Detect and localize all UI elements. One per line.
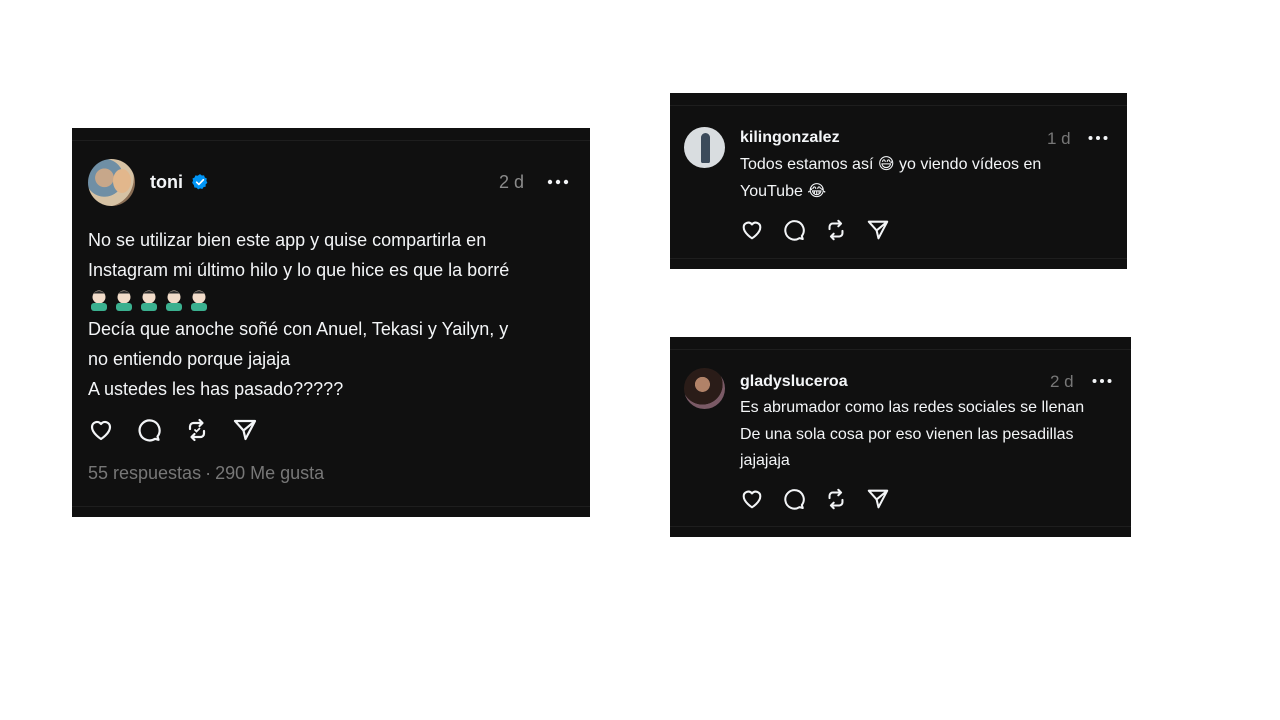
facepalm-emoji-icon [141,290,157,312]
repost-icon [188,418,206,442]
reply-text: Es abrumador como las redes sociales se … [740,395,1125,475]
username[interactable]: toni [150,172,183,193]
main-post-card: toni 2 d No se utilizar bien este app y … [72,128,590,517]
stats-separator: · [205,463,212,483]
comment-icon [138,419,161,442]
comment-icon [784,489,805,510]
send-icon [867,489,889,509]
reply-text-line: YouTube 😂 [740,182,827,200]
post-time: 2 d [499,172,525,192]
post-text: No se utilizar bien este app y quise com… [88,226,568,405]
like-button[interactable] [88,417,136,443]
reply-card: kilingonzalez 1 d Todos estamos así 😅 yo… [670,93,1127,269]
heart-icon [742,221,762,240]
avatar[interactable] [684,368,725,409]
divider [670,105,1127,106]
divider [72,506,590,507]
avatar[interactable] [684,127,725,168]
reply-actions [740,218,908,242]
likes-count[interactable]: 290 Me gusta [215,463,324,483]
comment-button[interactable] [136,417,184,443]
comment-button[interactable] [782,487,824,511]
heart-icon [90,420,112,441]
repost-icon [828,219,844,241]
reply-time: 2 d [1050,372,1074,391]
send-icon [233,419,257,441]
more-icon[interactable] [546,172,570,192]
divider [670,349,1131,350]
reply-actions [740,487,908,511]
divider [670,526,1131,527]
repost-button[interactable] [824,218,866,242]
repost-icon [828,488,844,510]
reply-text-line: De una sola cosa por eso vienen las pesa… [740,425,1074,443]
share-button[interactable] [232,417,280,443]
repost-button[interactable] [184,417,232,443]
facepalm-emoji-row [88,286,568,316]
like-button[interactable] [740,487,782,511]
post-actions [88,417,280,443]
facepalm-emoji-icon [91,290,107,312]
reply-time: 1 d [1047,129,1071,148]
reply-text: Todos estamos así 😅 yo viendo vídeos en … [740,152,1115,205]
heart-icon [742,490,762,509]
avatar[interactable] [88,159,135,206]
post-text-line: A ustedes les has pasado????? [88,378,344,399]
share-button[interactable] [866,487,908,511]
reply-text-line: Es abrumador como las redes sociales se … [740,399,1085,416]
more-icon[interactable] [1087,128,1109,148]
username[interactable]: kilingonzalez [740,129,840,147]
post-text-line: Instagram mi último hilo y lo que hice e… [88,259,510,280]
post-text-line: no entiendo porque jajaja [88,349,291,370]
comment-icon [784,220,805,241]
divider [72,140,590,141]
like-button[interactable] [740,218,782,242]
verified-badge-icon [192,174,208,190]
reply-card: gladysluceroa 2 d Es abrumador como las … [670,337,1131,537]
post-text-line: Decía que anoche soñé con Anuel, Tekasi … [88,319,509,340]
share-button[interactable] [866,218,908,242]
reply-text-line: Todos estamos así 😅 yo viendo vídeos en [740,156,1042,173]
username[interactable]: gladysluceroa [740,373,848,391]
comment-button[interactable] [782,218,824,242]
post-text-line: No se utilizar bien este app y quise com… [88,230,487,250]
facepalm-emoji-icon [166,290,182,312]
repost-button[interactable] [824,487,866,511]
reply-text-line: jajajaja [740,452,790,469]
replies-count[interactable]: 55 respuestas [88,463,201,483]
facepalm-emoji-icon [116,290,132,312]
divider [670,258,1127,259]
facepalm-emoji-icon [191,290,207,312]
more-icon[interactable] [1091,371,1113,391]
post-stats: 55 respuestas · 290 Me gusta [88,463,324,484]
send-icon [867,220,889,240]
